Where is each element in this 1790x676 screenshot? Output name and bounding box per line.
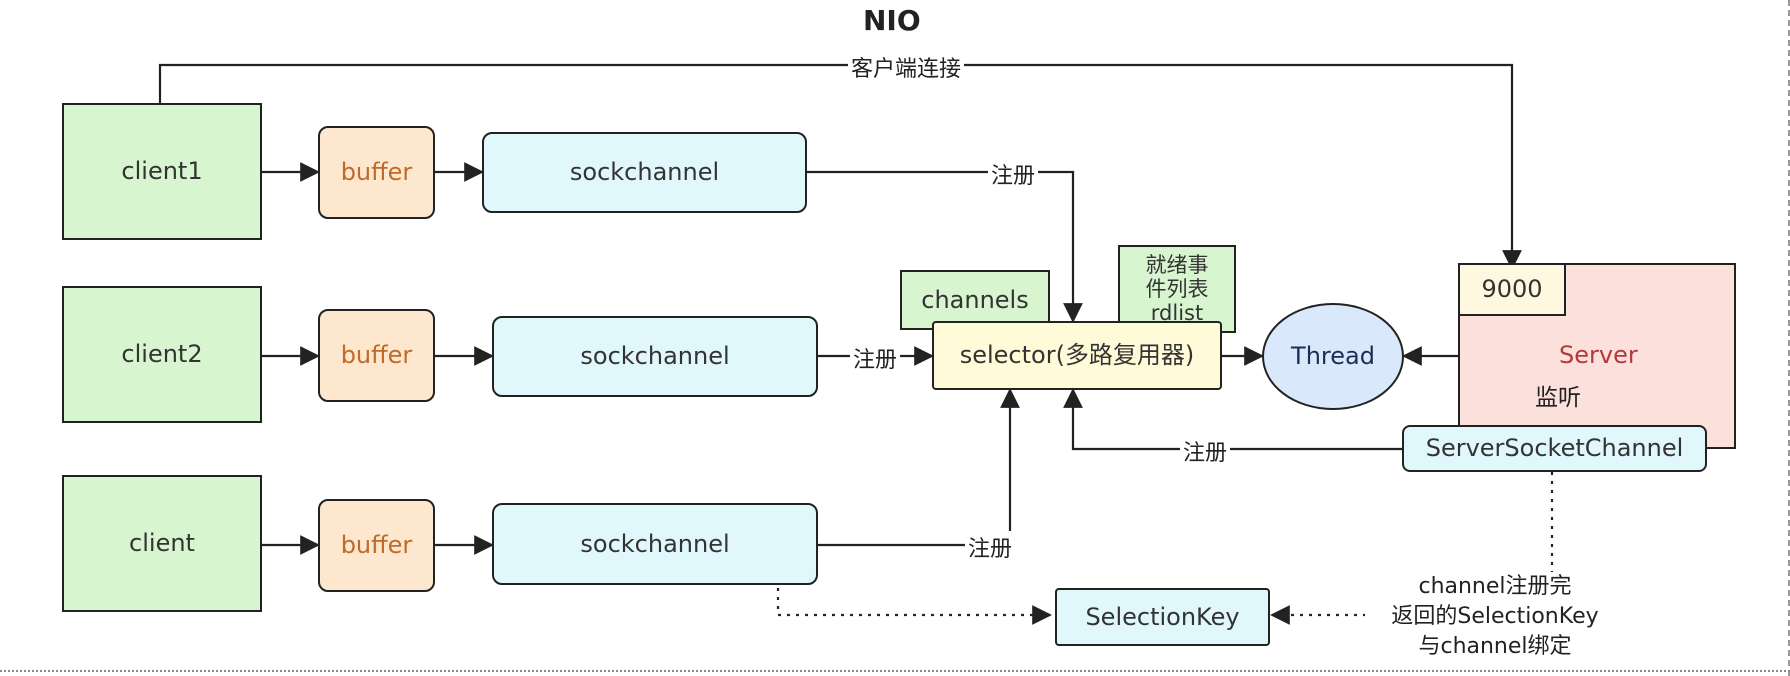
sockchannel1-node: sockchannel	[482, 132, 807, 213]
selector-node: selector(多路复用器)	[932, 321, 1222, 390]
sockchannel2-node: sockchannel	[492, 316, 818, 397]
selection-key-node: SelectionKey	[1055, 588, 1270, 646]
diagram-title: NIO	[863, 4, 921, 37]
buffer1-node: buffer	[318, 126, 435, 219]
rdlist-node: 就绪事 件列表 rdlist	[1118, 245, 1236, 333]
note-line-3: 与channel绑定	[1418, 634, 1572, 659]
note-line-1: channel注册完	[1418, 574, 1572, 599]
edge-label-register-3: 注册	[965, 531, 1016, 563]
edge-label-register-2: 注册	[850, 342, 901, 374]
rdlist-line-2: 件列表	[1145, 276, 1209, 301]
server-label: Server	[1559, 341, 1638, 369]
port-node: 9000	[1458, 263, 1566, 316]
sockchannel3-node: sockchannel	[492, 503, 818, 585]
note-line-2: 返回的SelectionKey	[1391, 604, 1599, 629]
rdlist-line-1: 就绪事	[1145, 252, 1209, 277]
client1-node: client1	[62, 103, 262, 240]
client3-node: client	[62, 475, 262, 612]
edge-sock3-selector	[818, 388, 1020, 547]
buffer2-node: buffer	[318, 309, 435, 402]
diagram-canvas: NIO client1 client2 client buffer buffer…	[0, 0, 1790, 676]
edge-label-connect: 客户端连接	[848, 51, 965, 83]
listen-label: 监听	[1532, 378, 1584, 412]
selection-key-note: channel注册完 返回的SelectionKey 与channel绑定	[1365, 572, 1625, 662]
edge-sock3-selectionkey	[776, 588, 1052, 625]
buffer3-node: buffer	[318, 499, 435, 592]
edge-label-register-1: 注册	[988, 158, 1039, 190]
thread-node: Thread	[1262, 303, 1404, 410]
server-socket-channel-node: ServerSocketChannel	[1402, 425, 1707, 472]
edge-label-register-server: 注册	[1180, 435, 1231, 467]
client2-node: client2	[62, 286, 262, 423]
